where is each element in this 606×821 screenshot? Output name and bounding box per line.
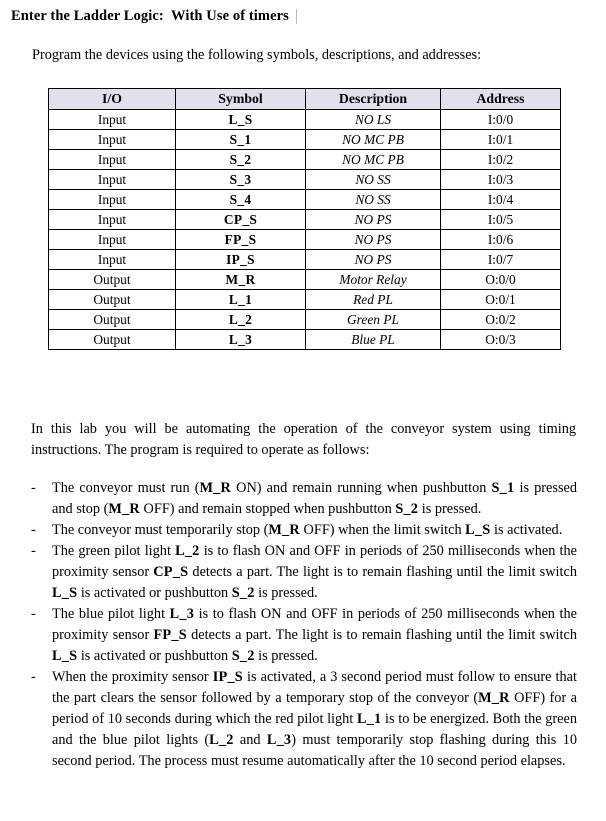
cell-description: Red PL (305, 289, 441, 310)
requirements-list: - The conveyor must run (M_R ON) and rema… (31, 478, 577, 772)
cell-symbol: S_3 (175, 169, 306, 190)
cell-description: Motor Relay (305, 269, 441, 290)
bullet-dash-marker: - (31, 522, 36, 538)
table-row: Input FP_S NO PS I:0/6 (48, 229, 561, 250)
column-header-io: I/O (48, 88, 176, 110)
cell-symbol: M_R (175, 269, 306, 290)
cell-address: I:0/1 (440, 129, 561, 150)
table-row: Output L_2 Green PL O:0/2 (48, 309, 561, 330)
cell-io: Output (48, 309, 176, 330)
cell-io: Output (48, 329, 176, 350)
table-row: Output M_R Motor Relay O:0/0 (48, 269, 561, 290)
lab-description-paragraph: In this lab you will be automating the o… (31, 421, 576, 458)
table-row: Input S_4 NO SS I:0/4 (48, 189, 561, 210)
cell-description: NO MC PB (305, 149, 441, 170)
cell-io: Input (48, 209, 176, 230)
document-title-row: Enter the Ladder Logic: With Use of time… (11, 7, 297, 25)
requirement-item-green-pilot-light: - The green pilot light L_2 is to flash O… (31, 541, 577, 604)
cell-address: I:0/4 (440, 189, 561, 210)
cell-io: Input (48, 149, 176, 170)
cell-address: I:0/0 (440, 109, 561, 130)
cell-address: I:0/6 (440, 229, 561, 250)
bullet-dash-marker: - (31, 480, 36, 496)
cell-address: I:0/5 (440, 209, 561, 230)
cell-description: NO PS (305, 249, 441, 270)
cell-description: NO MC PB (305, 129, 441, 150)
cell-symbol: CP_S (175, 209, 306, 230)
cell-io: Input (48, 189, 176, 210)
requirement-item-blue-pilot-light: - The blue pilot light L_3 is to flash ON… (31, 604, 577, 667)
cell-io: Input (48, 129, 176, 150)
cell-symbol: L_3 (175, 329, 306, 350)
cell-address: O:0/0 (440, 269, 561, 290)
cell-description: Blue PL (305, 329, 441, 350)
cell-io: Output (48, 289, 176, 310)
cell-description: NO SS (305, 189, 441, 210)
cell-io: Input (48, 249, 176, 270)
cell-symbol: S_1 (175, 129, 306, 150)
requirement-text: The blue pilot light L_3 is to flash ON … (52, 606, 577, 664)
table-header: I/O Symbol Description Address (48, 88, 561, 110)
cell-symbol: L_1 (175, 289, 306, 310)
cell-symbol: S_2 (175, 149, 306, 170)
table-body: Input L_S NO LS I:0/0 Input S_1 NO MC PB I:0/1 I… (48, 109, 561, 350)
cell-io: Input (48, 229, 176, 250)
cell-description: Green PL (305, 309, 441, 330)
requirement-text: When the proximity sensor IP_S is activa… (52, 669, 577, 769)
cell-description: NO PS (305, 209, 441, 230)
intro-instruction-text: Program the devices using the following … (32, 47, 482, 63)
column-header-symbol: Symbol (175, 88, 306, 110)
requirement-text: The conveyor must temporarily stop (M_R … (52, 522, 563, 538)
requirement-text: The conveyor must run (M_R ON) and remai… (52, 480, 577, 517)
cell-address: I:0/3 (440, 169, 561, 190)
table-row: Input CP_S NO PS I:0/5 (48, 209, 561, 230)
table-row: Input S_1 NO MC PB I:0/1 (48, 129, 561, 150)
column-header-description: Description (305, 88, 441, 110)
cell-symbol: FP_S (175, 229, 306, 250)
cell-description: NO SS (305, 169, 441, 190)
cell-address: I:0/7 (440, 249, 561, 270)
table-row: Output L_3 Blue PL O:0/3 (48, 329, 561, 350)
cell-address: O:0/1 (440, 289, 561, 310)
table-row: Input S_3 NO SS I:0/3 (48, 169, 561, 190)
page-title: Enter the Ladder Logic: With Use of time… (11, 8, 289, 24)
table-row: Input L_S NO LS I:0/0 (48, 109, 561, 130)
cell-address: I:0/2 (440, 149, 561, 170)
cell-symbol: L_S (175, 109, 306, 130)
document-page: Enter the Ladder Logic: With Use of time… (0, 0, 606, 821)
table-row: Output L_1 Red PL O:0/1 (48, 289, 561, 310)
table-row: Input IP_S NO PS I:0/7 (48, 249, 561, 270)
requirement-item-conveyor-temp-stop: - The conveyor must temporarily stop (M_R… (31, 520, 577, 541)
requirement-item-conveyor-run-stop: - The conveyor must run (M_R ON) and rema… (31, 478, 577, 520)
io-assignment-table: I/O Symbol Description Address Input L_S N… (48, 88, 561, 350)
column-header-address: Address (440, 88, 561, 110)
cell-symbol: IP_S (175, 249, 306, 270)
cell-symbol: S_4 (175, 189, 306, 210)
cell-io: Output (48, 269, 176, 290)
requirement-text: The green pilot light L_2 is to flash ON… (52, 543, 577, 601)
bullet-dash-marker: - (31, 543, 36, 559)
text-cursor-caret (295, 8, 297, 24)
cell-symbol: L_2 (175, 309, 306, 330)
cell-io: Input (48, 109, 176, 130)
requirement-item-ip-sensor-sequence: - When the proximity sensor IP_S is activ… (31, 667, 577, 772)
table-header-row: I/O Symbol Description Address (48, 88, 561, 110)
cell-address: O:0/3 (440, 329, 561, 350)
cell-io: Input (48, 169, 176, 190)
cell-description: NO PS (305, 229, 441, 250)
bullet-dash-marker: - (31, 606, 36, 622)
bullet-dash-marker: - (31, 669, 36, 685)
cell-address: O:0/2 (440, 309, 561, 330)
table-row: Input S_2 NO MC PB I:0/2 (48, 149, 561, 170)
cell-description: NO LS (305, 109, 441, 130)
